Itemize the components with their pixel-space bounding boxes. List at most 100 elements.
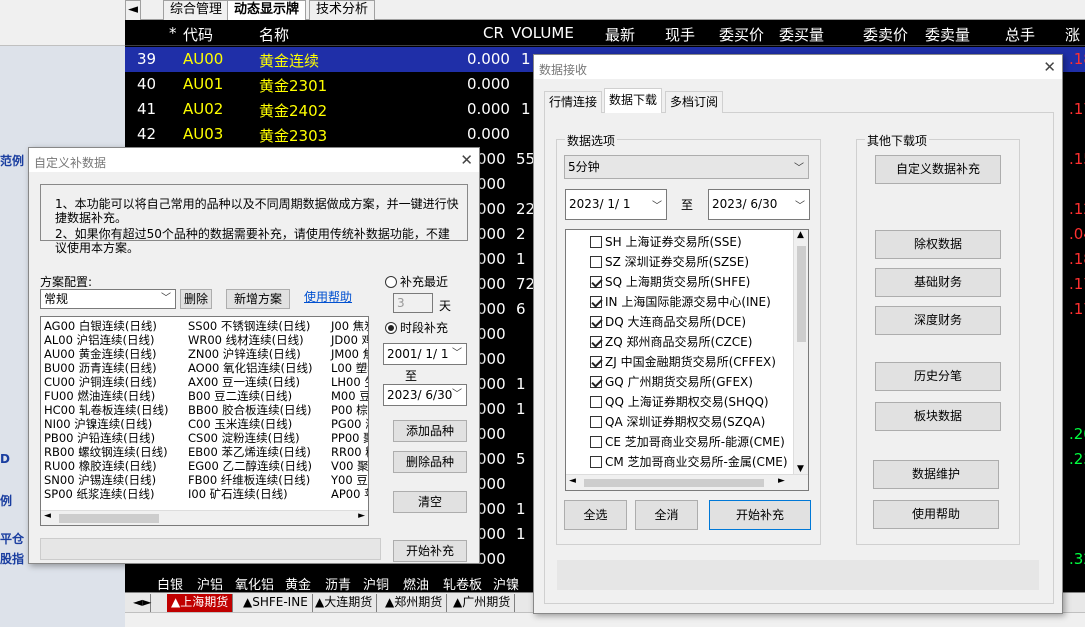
horizontal-scrollbar[interactable] bbox=[125, 612, 1085, 627]
col-name[interactable]: 名称 bbox=[259, 24, 289, 45]
list-item[interactable]: NI00 沪镍连续(日线) bbox=[44, 417, 168, 431]
commodity-item[interactable]: 沥青 bbox=[325, 574, 351, 593]
list-item[interactable]: JD00 鸡 bbox=[331, 333, 368, 347]
checkbox-icon[interactable] bbox=[590, 296, 602, 308]
list-item[interactable]: EG00 乙二醇连续(日线) bbox=[188, 459, 312, 473]
checkbox-icon[interactable] bbox=[590, 376, 602, 388]
exchange-vscrollbar[interactable]: ▲ ▼ bbox=[793, 230, 808, 474]
start-supplement-button[interactable]: 开始补充 bbox=[709, 500, 811, 530]
list-item[interactable]: P00 棕榈 bbox=[331, 403, 368, 417]
list-item[interactable]: FU00 燃油连续(日线) bbox=[44, 389, 168, 403]
checkbox-icon[interactable] bbox=[590, 416, 602, 428]
sector-data-button[interactable]: 板块数据 bbox=[875, 402, 1001, 431]
scheme-select[interactable]: 常规 ﹀ bbox=[40, 289, 176, 309]
commodity-item[interactable]: 黄金 bbox=[285, 574, 311, 593]
list-item[interactable]: CS00 淀粉连续(日线) bbox=[188, 431, 312, 445]
left-label-3[interactable]: 例 bbox=[0, 492, 12, 509]
commodity-item[interactable]: 沪镍 bbox=[493, 574, 519, 593]
checkbox-icon[interactable] bbox=[590, 396, 602, 408]
list-item[interactable]: L00 塑料 bbox=[331, 361, 368, 375]
list-item[interactable]: CU00 沪铜连续(日线) bbox=[44, 375, 168, 389]
col-total[interactable]: 总手 bbox=[1005, 24, 1035, 45]
item-list[interactable]: AG00 白银连续(日线) AL00 沪铝连续(日线) AU00 黄金连续(日线) B… bbox=[40, 316, 369, 526]
help-link[interactable]: 使用帮助 bbox=[304, 288, 352, 305]
list-item[interactable]: HC00 轧卷板连续(日线) bbox=[44, 403, 168, 417]
close-icon[interactable]: ✕ bbox=[1043, 58, 1056, 76]
scroll-right-icon[interactable]: ► bbox=[358, 511, 365, 521]
commodity-item[interactable]: 沪铜 bbox=[363, 574, 389, 593]
period-select[interactable]: 5分钟 ﹀ bbox=[564, 155, 809, 179]
list-item[interactable]: SS00 不锈钢连续(日线) bbox=[188, 319, 312, 333]
left-label-1[interactable]: 范例 bbox=[0, 152, 24, 169]
list-item[interactable]: JM00 焦 bbox=[331, 347, 368, 361]
help-button[interactable]: 使用帮助 bbox=[873, 500, 999, 529]
list-item[interactable]: RB00 螺纹钢连续(日线) bbox=[44, 445, 168, 459]
list-hscrollbar[interactable]: ◄ ► bbox=[41, 510, 368, 525]
scroll-up-icon[interactable]: ▲ bbox=[797, 230, 804, 240]
left-label-4[interactable]: 平仓 bbox=[0, 530, 24, 547]
list-item[interactable]: Y00 豆油 bbox=[331, 473, 368, 487]
date-from-picker[interactable]: 2023/ 1/ 1 ﹀ bbox=[565, 189, 667, 220]
list-item[interactable]: SN00 沪锡连续(日线) bbox=[44, 473, 168, 487]
col-lot[interactable]: 现手 bbox=[665, 24, 695, 45]
exchange-hscrollbar[interactable]: ◄ ► bbox=[566, 474, 808, 490]
checkbox-icon[interactable] bbox=[590, 256, 602, 268]
col-bid[interactable]: 委买价 bbox=[719, 24, 764, 45]
col-code[interactable]: 代码 bbox=[183, 24, 213, 45]
tab-guangzhou[interactable]: ▲广州期货 bbox=[449, 594, 516, 612]
deselect-all-button[interactable]: 全消 bbox=[635, 500, 698, 530]
list-item[interactable]: C00 玉米连续(日线) bbox=[188, 417, 312, 431]
tab-dynamic-board[interactable]: 动态显示牌 bbox=[227, 0, 307, 20]
tab-scroll-icon[interactable]: ◄► bbox=[129, 594, 151, 612]
close-icon[interactable]: ✕ bbox=[460, 151, 473, 169]
tab-nav-left-icon[interactable]: ◄ bbox=[125, 0, 141, 20]
commodity-item[interactable]: 沪铝 bbox=[197, 574, 223, 593]
list-item[interactable]: V00 聚氯 bbox=[331, 459, 368, 473]
col-ask-vol[interactable]: 委卖量 bbox=[925, 24, 970, 45]
tab-technical[interactable]: 技术分析 bbox=[309, 0, 376, 20]
list-item[interactable]: PG00 液 bbox=[331, 417, 368, 431]
exchange-item[interactable]: QA 深圳证券期权交易(SZQA) bbox=[570, 412, 792, 432]
scroll-thumb[interactable] bbox=[797, 246, 806, 342]
list-item[interactable]: AO00 氧化铝连续(日线) bbox=[188, 361, 312, 375]
list-item[interactable]: B00 豆二连续(日线) bbox=[188, 389, 312, 403]
scroll-left-icon[interactable]: ◄ bbox=[569, 476, 576, 486]
tab-shfe-ine[interactable]: ▲SHFE-INE bbox=[239, 594, 313, 612]
tab-data-download[interactable]: 数据下载 bbox=[604, 88, 663, 113]
col-volume[interactable]: VOLUME bbox=[511, 24, 574, 42]
remove-item-button[interactable]: 删除品种 bbox=[393, 451, 467, 473]
checkbox-icon[interactable] bbox=[590, 316, 602, 328]
exchange-item[interactable]: ZJ 中国金融期货交易所(CFFEX) bbox=[570, 352, 792, 372]
clear-button[interactable]: 清空 bbox=[393, 491, 467, 513]
radio-recent[interactable]: 补充最近 bbox=[385, 273, 448, 290]
list-item[interactable]: SP00 纸浆连续(日线) bbox=[44, 487, 168, 501]
tab-general[interactable]: 综合管理 bbox=[163, 0, 230, 20]
delete-scheme-button[interactable]: 删除 bbox=[180, 289, 212, 309]
exchange-item[interactable]: CM 芝加哥商业交易所-金属(CME) bbox=[570, 452, 792, 472]
exchange-item[interactable]: QQ 上海证券期权交易(SHQQ) bbox=[570, 392, 792, 412]
select-all-button[interactable]: 全选 bbox=[564, 500, 627, 530]
exchange-item[interactable]: GQ 广州期货交易所(GFEX) bbox=[570, 372, 792, 392]
list-item[interactable]: WR00 线材连续(日线) bbox=[188, 333, 312, 347]
exchange-item[interactable]: IN 上海国际能源交易中心(INE) bbox=[570, 292, 792, 312]
deep-finance-button[interactable]: 深度财务 bbox=[875, 306, 1001, 335]
custom-data-supplement-button[interactable]: 自定义数据补充 bbox=[875, 155, 1001, 184]
scroll-left-icon[interactable]: ◄ bbox=[44, 511, 51, 521]
radio-period[interactable]: 时段补充 bbox=[385, 319, 448, 336]
checkbox-icon[interactable] bbox=[590, 356, 602, 368]
tab-zhengzhou[interactable]: ▲郑州期货 bbox=[381, 594, 448, 612]
exchange-item[interactable]: DQ 大连商品交易所(DCE) bbox=[570, 312, 792, 332]
scroll-right-icon[interactable]: ► bbox=[778, 476, 785, 486]
left-label-2[interactable]: D bbox=[0, 452, 10, 466]
new-scheme-button[interactable]: 新增方案 bbox=[226, 289, 290, 309]
list-item[interactable]: RR00 粳 bbox=[331, 445, 368, 459]
checkbox-icon[interactable] bbox=[590, 456, 602, 468]
left-label-5[interactable]: 股指 bbox=[0, 550, 24, 567]
exchange-item[interactable]: CE 芝加哥商业交易所-能源(CME) bbox=[570, 432, 792, 452]
ex-rights-data-button[interactable]: 除权数据 bbox=[875, 230, 1001, 259]
checkbox-icon[interactable] bbox=[590, 336, 602, 348]
col-bid-vol[interactable]: 委买量 bbox=[779, 24, 824, 45]
tab-dalian[interactable]: ▲大连期货 bbox=[311, 594, 378, 612]
exchange-item[interactable]: SZ 深圳证券交易所(SZSE) bbox=[570, 252, 792, 272]
list-item[interactable]: PP00 聚 bbox=[331, 431, 368, 445]
